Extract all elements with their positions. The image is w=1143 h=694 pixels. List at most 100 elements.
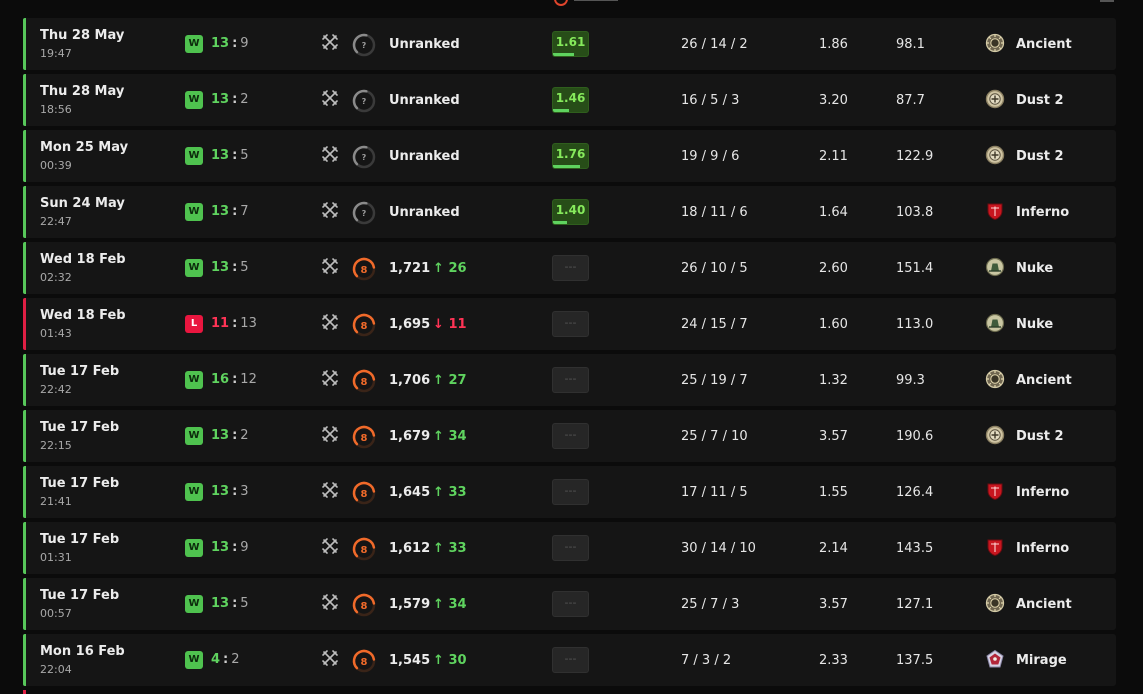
rating-fill [553, 53, 575, 56]
elo-change: ↑ 27 [433, 373, 467, 388]
elo-change-arrow: ↑ [433, 373, 444, 388]
elo-value: 1,706 [389, 373, 431, 388]
dust2-map-icon [985, 425, 1005, 445]
unranked-level-icon: ? [352, 201, 376, 225]
match-score: 13:9 [211, 36, 249, 51]
kda-stats: 25 / 7 / 10 [681, 429, 748, 444]
match-row[interactable]: Thu 28 May 19:47 W 13:9 ? Unranked 1.61 [23, 18, 1116, 70]
match-row[interactable]: Mon 25 May 00:39 W 13:5 ? Unranked 1.76 [23, 130, 1116, 182]
match-date: Tue 17 Feb [40, 420, 120, 435]
match-row[interactable]: Wed 18 Feb 01:43 L 11:13 8 1,695 ↓ 11 --… [23, 298, 1116, 350]
inferno-map-icon [987, 539, 1003, 557]
result-badge: W [185, 91, 203, 109]
rating-value: 1.40 [555, 203, 586, 217]
crossed-swords-icon [322, 34, 338, 50]
unranked-level-icon: ? [352, 33, 376, 57]
match-time: 22:42 [40, 383, 72, 396]
dust2-map-icon [985, 145, 1005, 165]
result-badge: W [185, 35, 203, 53]
result-badge: W [185, 539, 203, 557]
svg-text:8: 8 [361, 657, 368, 668]
elo-change-value: 26 [448, 261, 467, 276]
match-row[interactable]: Tue 17 Feb 22:15 W 13:2 8 1,679 ↑ 34 --- [23, 410, 1116, 462]
rating-value: 1.46 [555, 91, 586, 105]
rating-fill [553, 165, 580, 168]
match-row[interactable]: Tue 17 Feb 00:57 W 13:5 8 1,579 ↑ 34 --- [23, 578, 1116, 630]
map-name: Mirage [1016, 653, 1067, 668]
team-score: 13 [211, 596, 230, 611]
rating-badge: --- [552, 255, 589, 281]
match-time: 22:47 [40, 215, 72, 228]
crossed-swords-icon [322, 650, 338, 666]
match-row[interactable]: Thu 28 May 18:56 W 13:2 ? Unranked 1.46 [23, 74, 1116, 126]
opponent-score: 12 [240, 372, 257, 387]
team-score: 13 [211, 92, 230, 107]
kd-ratio: 3.57 [819, 597, 848, 612]
crossed-swords-icon [322, 538, 338, 554]
kda-stats: 25 / 19 / 7 [681, 373, 748, 388]
elo-change-arrow: ↑ [433, 429, 444, 444]
rating-value: --- [564, 652, 577, 665]
match-row[interactable]: Mon 16 Feb 22:04 W 4:2 8 1,545 ↑ 30 --- [23, 634, 1116, 686]
svg-text:8: 8 [361, 433, 368, 444]
rating-value: --- [564, 372, 577, 385]
match-row[interactable]: Tue 17 Feb 01:31 W 13:9 8 1,612 ↑ 33 --- [23, 522, 1116, 574]
svg-text:8: 8 [361, 321, 368, 332]
adr-value: 122.9 [896, 149, 934, 164]
rating-badge: --- [552, 591, 589, 617]
match-score: 16:12 [211, 372, 257, 387]
svg-text:8: 8 [361, 489, 368, 500]
match-row[interactable]: Tue 17 Feb 22:42 W 16:12 8 1,706 ↑ 27 --… [23, 354, 1116, 406]
kda-stats: 16 / 5 / 3 [681, 93, 740, 108]
rating-value: --- [564, 428, 577, 441]
svg-text:8: 8 [361, 265, 368, 276]
match-row[interactable]: Sun 24 May 22:47 W 13:7 ? Unranked 1.40 [23, 186, 1116, 238]
rating-fill [553, 109, 570, 112]
map-name: Ancient [1016, 37, 1072, 52]
inferno-map-icon [987, 203, 1003, 221]
crossed-swords-icon [322, 370, 338, 386]
elo-change: ↑ 30 [433, 653, 467, 668]
result-bar [23, 522, 26, 574]
rating-badge: 1.40 [552, 199, 589, 225]
match-score: 13:7 [211, 204, 249, 219]
rating-value: 1.61 [555, 35, 586, 49]
opponent-score: 7 [240, 204, 249, 219]
elo-value: 1,721 [389, 261, 431, 276]
crossed-swords-icon [322, 202, 338, 218]
match-time: 01:43 [40, 327, 72, 340]
match-time: 19:47 [40, 47, 72, 60]
match-row[interactable]: Wed 18 Feb 02:32 W 13:5 8 1,721 ↑ 26 --- [23, 242, 1116, 294]
map-name: Nuke [1016, 261, 1054, 276]
kda-stats: 17 / 11 / 5 [681, 485, 748, 500]
adr-value: 137.5 [896, 653, 934, 668]
opponent-score: 5 [240, 596, 249, 611]
team-score: 13 [211, 148, 230, 163]
svg-text:?: ? [362, 97, 367, 106]
match-time: 22:15 [40, 439, 72, 452]
kda-stats: 24 / 15 / 7 [681, 317, 748, 332]
adr-value: 99.3 [896, 373, 925, 388]
adr-value: 113.0 [896, 317, 934, 332]
elo-value: 1,645 [389, 485, 431, 500]
team-score: 13 [211, 260, 230, 275]
match-score: 13:9 [211, 540, 249, 555]
opponent-score: 2 [231, 652, 240, 667]
kd-ratio: 2.33 [819, 653, 848, 668]
match-row[interactable]: Tue 17 Feb 21:41 W 13:3 8 1,645 ↑ 33 --- [23, 466, 1116, 518]
match-date: Thu 28 May [40, 84, 125, 99]
result-badge: W [185, 427, 203, 445]
match-time: 00:39 [40, 159, 72, 172]
elo-change: ↑ 34 [433, 429, 467, 444]
score-separator: : [232, 540, 238, 555]
rating-badge: --- [552, 367, 589, 393]
map-name: Inferno [1016, 541, 1070, 556]
mirage-map-icon [986, 649, 1004, 668]
match-date: Tue 17 Feb [40, 476, 120, 491]
team-score: 13 [211, 204, 230, 219]
result-bar [23, 130, 26, 182]
team-score: 4 [211, 652, 221, 667]
crossed-swords-icon [322, 482, 338, 498]
rating-badge: --- [552, 423, 589, 449]
rating-header-label [574, 0, 620, 2]
